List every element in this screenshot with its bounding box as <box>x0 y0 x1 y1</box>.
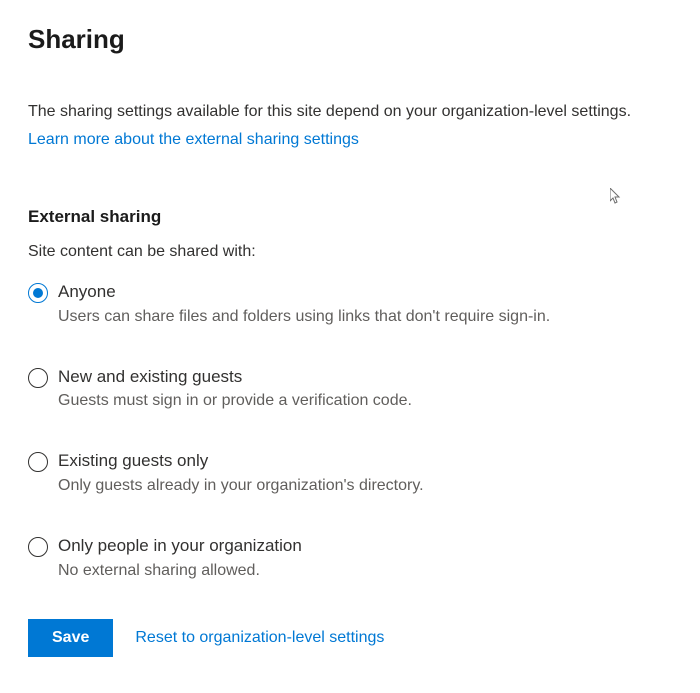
section-heading-external-sharing: External sharing <box>28 207 672 227</box>
radio-option-anyone[interactable]: Anyone Users can share files and folders… <box>28 281 672 328</box>
intro-text: The sharing settings available for this … <box>28 103 672 121</box>
radio-icon <box>28 537 48 557</box>
radio-icon <box>28 368 48 388</box>
learn-more-link[interactable]: Learn more about the external sharing se… <box>28 131 359 149</box>
page-title: Sharing <box>28 24 672 55</box>
radio-description: Guests must sign in or provide a verific… <box>58 390 412 412</box>
reset-link[interactable]: Reset to organization-level settings <box>135 629 384 647</box>
radio-option-only-org[interactable]: Only people in your organization No exte… <box>28 535 672 582</box>
radio-description: No external sharing allowed. <box>58 560 302 582</box>
actions-row: Save Reset to organization-level setting… <box>28 619 672 657</box>
radio-label: Only people in your organization <box>58 535 302 558</box>
radio-dot-icon <box>33 288 43 298</box>
radio-label: Existing guests only <box>58 450 424 473</box>
save-button[interactable]: Save <box>28 619 113 657</box>
radio-label: Anyone <box>58 281 550 304</box>
radio-icon <box>28 283 48 303</box>
radio-option-new-existing-guests[interactable]: New and existing guests Guests must sign… <box>28 366 672 413</box>
radio-icon <box>28 452 48 472</box>
radio-description: Users can share files and folders using … <box>58 306 550 328</box>
radio-label: New and existing guests <box>58 366 412 389</box>
cursor-icon <box>610 188 622 204</box>
radio-option-existing-guests-only[interactable]: Existing guests only Only guests already… <box>28 450 672 497</box>
radio-description: Only guests already in your organization… <box>58 475 424 497</box>
section-subheading: Site content can be shared with: <box>28 243 672 261</box>
